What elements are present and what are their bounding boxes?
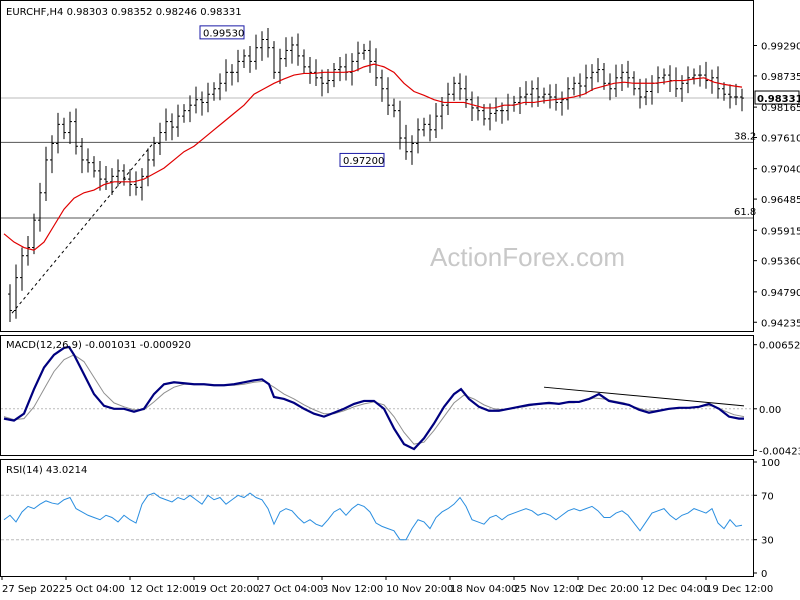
x-tick-label: 12 Oct 12:00 (130, 584, 195, 595)
x-tick-label: 19 Oct 20:00 (194, 584, 259, 595)
x-tick-label: 25 Nov 12:00 (514, 584, 581, 595)
y-tick-label: 0.99290 (761, 42, 800, 53)
macd-y-tick-label: 0.00 (759, 405, 781, 416)
price-title: EURCHF,H4 0.98303 0.98352 0.98246 0.9833… (6, 7, 242, 18)
macd-y-tick-label: -0.004233 (759, 446, 800, 457)
x-tick-label: 10 Nov 20:00 (386, 584, 453, 595)
x-tick-label: 18 Nov 04:00 (450, 584, 517, 595)
macd-title: MACD(12,26,9) -0.001031 -0.000920 (6, 340, 191, 351)
x-tick-label: 5 Oct 04:00 (66, 584, 125, 595)
eurchf-chart: ActionForex.com 38.2 61.8 0.99530 0.97200 0… (0, 0, 800, 595)
y-tick-label: 0.97610 (761, 133, 800, 144)
y-tick-label: 0.95915 (761, 226, 800, 237)
x-tick-label: 3 Nov 12:00 (322, 584, 383, 595)
x-axis-labels: 27 Sep 2022 5 Oct 04:00 12 Oct 12:0019 Oct… (1, 576, 773, 595)
watermark: ActionForex.com (430, 242, 625, 272)
y-tick-label: 0.96485 (761, 195, 800, 206)
y-tick-label: 0.95360 (761, 257, 800, 268)
rsi-y-tick-label: 0 (761, 569, 767, 580)
macd-y-tick-label: 0.006529 (759, 341, 800, 352)
y-tick-label: 0.94790 (761, 288, 800, 299)
x-tick-label: 27 Oct 04:00 (258, 584, 323, 595)
x-tick-label: 27 Sep 2022 (2, 584, 65, 595)
y-axis-labels: 0.992900.987350.981650.976100.970400.964… (753, 42, 800, 580)
fib-level-label: 61.8 (734, 207, 756, 218)
rsi-y-tick-label: 70 (761, 491, 774, 502)
macd-panel (0, 335, 754, 456)
price-annotation-label: 0.99530 (203, 28, 244, 39)
y-tick-label: 0.98735 (761, 72, 800, 83)
rsi-title: RSI(14) 43.0214 (6, 465, 87, 476)
current-price-label: 0.98331 (757, 94, 800, 105)
y-tick-label: 0.94235 (761, 318, 800, 329)
x-tick-label: 19 Dec 12:00 (706, 584, 773, 595)
rsi-y-tick-label: 30 (761, 536, 774, 547)
x-tick-label: 2 Dec 20:00 (578, 584, 639, 595)
x-tick-label: 12 Dec 04:00 (642, 584, 709, 595)
rsi-y-tick-label: 100 (761, 458, 780, 469)
price-annotation-label: 0.97200 (343, 156, 384, 167)
fib-level-label: 38.2 (734, 131, 756, 142)
y-tick-label: 0.97040 (761, 165, 800, 176)
